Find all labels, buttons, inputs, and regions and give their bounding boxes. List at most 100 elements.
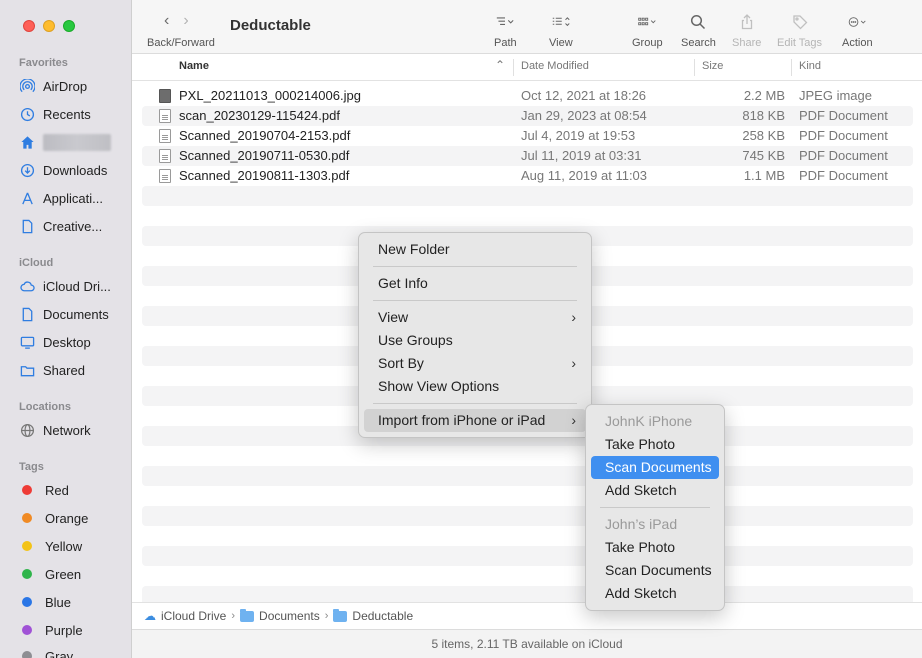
table-row[interactable]: Scanned_20190704-2153.pdf Jul 4, 2019 at… <box>142 126 913 146</box>
sidebar-item-desktop[interactable]: Desktop <box>19 332 91 352</box>
column-size[interactable]: Size <box>702 60 723 72</box>
tag-dot-icon <box>22 625 32 635</box>
breadcrumb[interactable]: iCloud Drive <box>161 609 226 623</box>
menu-view[interactable]: View › <box>364 306 586 329</box>
submenu-add-sketch[interactable]: Add Sketch <box>591 582 719 605</box>
toolbar: ‹ › Back/Forward Deductable Path View Gr… <box>132 0 922 54</box>
table-row[interactable]: Scanned_20190711-0530.pdf Jul 11, 2019 a… <box>142 146 913 166</box>
sidebar-tag-blue[interactable]: Blue <box>19 592 71 612</box>
close-window-button[interactable] <box>23 20 35 32</box>
sidebar-tag-green[interactable]: Green <box>19 564 81 584</box>
column-divider[interactable] <box>513 59 514 76</box>
empty-row <box>142 186 913 206</box>
tag-icon <box>791 12 809 32</box>
table-row[interactable]: PXL_20211013_000214006.jpg Oct 12, 2021 … <box>142 86 913 106</box>
sidebar-tag-gray[interactable]: Gray <box>19 646 73 658</box>
sidebar-tag-yellow[interactable]: Yellow <box>19 536 82 556</box>
submenu-add-sketch[interactable]: Add Sketch <box>591 479 719 502</box>
sidebar-tag-red[interactable]: Red <box>19 480 69 500</box>
file-date: Jul 4, 2019 at 19:53 <box>521 128 636 143</box>
sidebar-tag-orange[interactable]: Orange <box>19 508 88 528</box>
tag-dot-icon <box>22 651 32 658</box>
sidebar-item-label: AirDrop <box>43 78 88 94</box>
share-button[interactable]: Share <box>732 12 761 49</box>
edit-tags-label: Edit Tags <box>777 37 823 49</box>
search-button[interactable]: Search <box>681 12 716 49</box>
sidebar-item-airdrop[interactable]: AirDrop <box>19 76 87 96</box>
sort-ascending-icon[interactable]: ⌃ <box>495 58 505 72</box>
sidebar-item-applications[interactable]: Applicati... <box>19 188 103 208</box>
menu-new-folder[interactable]: New Folder <box>364 238 586 261</box>
file-name: Scanned_20190711-0530.pdf <box>179 148 350 163</box>
sidebar-item-label: Network <box>43 422 91 438</box>
download-icon <box>19 162 35 178</box>
sidebar-item-downloads[interactable]: Downloads <box>19 160 107 180</box>
sidebar-section-tags: Tags <box>19 461 44 473</box>
view-label: View <box>549 37 573 49</box>
submenu-scan-documents[interactable]: Scan Documents <box>591 456 719 479</box>
sidebar-section-icloud: iCloud <box>19 257 54 269</box>
empty-row <box>142 446 913 466</box>
path-button[interactable]: Path <box>494 12 517 49</box>
menu-show-view-options[interactable]: Show View Options <box>364 375 586 398</box>
action-button[interactable]: Action <box>842 12 873 49</box>
empty-row <box>142 206 913 226</box>
submenu-take-photo[interactable]: Take Photo <box>591 536 719 559</box>
edit-tags-button[interactable]: Edit Tags <box>777 12 822 49</box>
submenu-take-photo[interactable]: Take Photo <box>591 433 719 456</box>
table-row[interactable]: scan_20230129-115424.pdf Jan 29, 2023 at… <box>142 106 913 126</box>
menu-label: View <box>378 309 409 325</box>
sidebar-item-creative[interactable]: Creative... <box>19 216 102 236</box>
sidebar-item-shared[interactable]: Shared <box>19 360 85 380</box>
minimize-window-button[interactable] <box>43 20 55 32</box>
chevron-right-icon: › <box>324 610 329 622</box>
tag-label: Yellow <box>45 538 83 554</box>
submenu-scan-documents[interactable]: Scan Documents <box>591 559 719 582</box>
chevron-right-icon: › <box>571 412 576 428</box>
view-button[interactable]: View <box>549 12 573 49</box>
group-button[interactable]: Group <box>632 12 663 49</box>
column-name[interactable]: Name <box>179 60 209 72</box>
chevron-right-icon: › <box>571 355 576 371</box>
menu-use-groups[interactable]: Use Groups <box>364 329 586 352</box>
menu-separator <box>373 300 577 301</box>
file-size: 745 KB <box>742 148 785 163</box>
import-submenu: JohnK iPhone Take Photo Scan Documents A… <box>585 404 725 611</box>
sidebar-section-locations: Locations <box>19 401 71 413</box>
sidebar-section-favorites: Favorites <box>19 57 68 69</box>
breadcrumb[interactable]: Documents <box>259 609 320 623</box>
folder-icon <box>333 608 348 622</box>
sidebar-item-recents[interactable]: Recents <box>19 104 91 124</box>
menu-separator <box>373 266 577 267</box>
menu-import-from-iphone[interactable]: Import from iPhone or iPad › <box>364 409 586 432</box>
file-kind: PDF Document <box>799 108 888 123</box>
sidebar-item-network[interactable]: Network <box>19 420 91 440</box>
sidebar-item-icloud-drive[interactable]: iCloud Dri... <box>19 276 111 296</box>
tag-label: Gray <box>45 648 74 658</box>
context-menu: New Folder Get Info View › Use Groups So… <box>358 232 592 438</box>
pdf-file-icon <box>159 169 171 183</box>
empty-row <box>142 486 913 506</box>
globe-icon <box>19 422 35 438</box>
sidebar-item-label: Recents <box>43 106 91 122</box>
sidebar-item-documents[interactable]: Documents <box>19 304 109 324</box>
column-date[interactable]: Date Modified <box>521 60 589 72</box>
breadcrumb[interactable]: Deductable <box>352 609 413 623</box>
menu-sort-by[interactable]: Sort By › <box>364 352 586 375</box>
column-divider[interactable] <box>694 59 695 76</box>
airdrop-icon <box>19 78 35 94</box>
column-kind[interactable]: Kind <box>799 60 821 72</box>
column-divider[interactable] <box>791 59 792 76</box>
file-size: 818 KB <box>742 108 785 123</box>
table-row[interactable]: Scanned_20190811-1303.pdf Aug 11, 2019 a… <box>142 166 913 186</box>
menu-get-info[interactable]: Get Info <box>364 272 586 295</box>
file-size: 258 KB <box>742 128 785 143</box>
zoom-window-button[interactable] <box>63 20 75 32</box>
path-bar: ☁ iCloud Drive › Documents › Deductable <box>132 602 922 628</box>
nav-arrows: ‹ › <box>164 12 189 30</box>
tag-label: Orange <box>45 510 89 526</box>
sidebar-tag-purple[interactable]: Purple <box>19 620 83 640</box>
sidebar-item-home[interactable] <box>19 132 111 152</box>
back-arrow-icon[interactable]: ‹ <box>164 12 169 30</box>
forward-arrow-icon[interactable]: › <box>183 12 188 30</box>
